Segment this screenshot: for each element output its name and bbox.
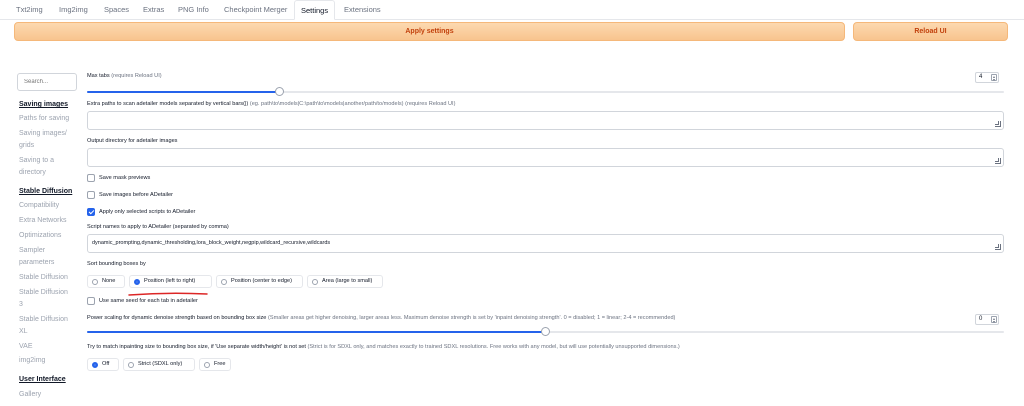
resize-handle-icon[interactable] <box>995 158 1001 164</box>
tab-png-info[interactable]: PNG Info <box>172 0 215 20</box>
red-underline-annotation <box>128 292 208 296</box>
sidebar-item-vae[interactable]: VAE <box>19 340 81 353</box>
max-tabs-slider-thumb[interactable] <box>275 87 285 96</box>
script-names-value: dynamic_prompting,dynamic_thresholding,l… <box>92 240 331 246</box>
sidebar-item-stable-diffusion[interactable]: Stable Diffusion <box>19 271 81 284</box>
tab-extras[interactable]: Extras <box>137 0 170 20</box>
sort-bbox-option-none[interactable]: None <box>87 275 125 288</box>
spinner-icon[interactable]: ▴ ▾ <box>991 74 997 82</box>
extra-paths-hint: (eg. path\to\models|C:\path\to\models|an… <box>249 101 456 107</box>
tab-bar: Txt2img Img2img Spaces Extras PNG Info C… <box>0 0 1024 20</box>
output-dir-label: Output directory for adetailer images <box>87 138 178 144</box>
radio-icon <box>204 362 210 368</box>
power-scaling-hint: (Smaller areas get higher denoising, lar… <box>267 315 676 321</box>
power-scaling-slider-fill <box>87 331 546 333</box>
power-scaling-label-text: Power scaling for dynamic denoise streng… <box>87 315 267 321</box>
sidebar-item-optimizations[interactable]: Optimizations <box>19 229 81 242</box>
sort-bbox-option-center-to-edge-label: Position (center to edge) <box>231 278 292 284</box>
output-dir-textarea[interactable] <box>87 148 1004 167</box>
sidebar-heading-stable-diffusion[interactable]: Stable Diffusion <box>19 185 81 198</box>
spinner-icon[interactable]: ▴ ▾ <box>991 316 997 324</box>
sidebar-item-extra-networks[interactable]: Extra Networks <box>19 214 81 227</box>
apply-settings-button[interactable]: Apply settings <box>14 22 845 41</box>
power-scaling-slider-thumb[interactable] <box>541 327 550 336</box>
sort-bbox-label: Sort bounding boxes by <box>87 261 146 267</box>
tab-txt2img[interactable]: Txt2img <box>10 0 49 20</box>
apply-selected-scripts-checkbox[interactable] <box>87 208 95 216</box>
match-size-option-off-label: Off <box>102 361 110 367</box>
sidebar-item-compatibility[interactable]: Compatibility <box>19 199 81 212</box>
sort-bbox-option-left-to-right[interactable]: Position (left to right) <box>129 275 212 288</box>
same-seed-label: Use same seed for each tab in adetailer <box>99 298 198 304</box>
sort-bbox-option-area[interactable]: Area (large to small) <box>307 275 383 288</box>
sidebar-heading-user-interface[interactable]: User Interface <box>19 373 81 386</box>
power-scaling-label: Power scaling for dynamic denoise streng… <box>87 315 675 321</box>
max-tabs-number-input[interactable]: 4 ▴ ▾ <box>975 72 999 83</box>
max-tabs-slider[interactable] <box>87 87 1004 96</box>
match-size-option-off[interactable]: Off <box>87 358 119 371</box>
max-tabs-value: 4 <box>979 74 983 80</box>
match-size-option-free[interactable]: Free <box>199 358 231 371</box>
match-size-hint: (Strict is for SDXL only, and matches ex… <box>307 344 680 350</box>
sort-bbox-option-none-label: None <box>102 278 116 284</box>
radio-selected-icon <box>92 362 98 368</box>
same-seed-checkbox[interactable] <box>87 297 95 305</box>
sidebar-item-saving-to-directory-2[interactable]: directory <box>19 166 81 179</box>
save-mask-previews-label: Save mask previews <box>99 175 151 181</box>
power-scaling-slider[interactable] <box>87 327 1004 336</box>
max-tabs-label-text: Max tabs <box>87 73 110 79</box>
sort-bbox-radio-group: None Position (left to right) Position (… <box>87 275 387 288</box>
power-scaling-number-input[interactable]: 0 ▴ ▾ <box>975 314 999 325</box>
match-size-label-text: Try to match inpainting size to bounding… <box>87 344 306 350</box>
radio-icon <box>312 279 318 285</box>
resize-handle-icon[interactable] <box>995 244 1001 250</box>
reload-ui-button[interactable]: Reload UI <box>853 22 1008 41</box>
tab-extensions[interactable]: Extensions <box>338 0 387 20</box>
match-size-option-free-label: Free <box>214 361 226 367</box>
tab-img2img[interactable]: Img2img <box>53 0 94 20</box>
radio-icon <box>221 279 227 285</box>
settings-search-input[interactable] <box>17 73 77 91</box>
save-before-adetailer-label: Save images before ADetailer <box>99 192 174 198</box>
sort-bbox-option-left-to-right-label: Position (left to right) <box>144 278 196 284</box>
radio-icon <box>92 279 98 285</box>
radio-icon <box>128 362 134 368</box>
resize-handle-icon[interactable] <box>995 121 1001 127</box>
tab-checkpoint-merger[interactable]: Checkpoint Merger <box>218 0 293 20</box>
match-size-radio-group: Off Strict (SDXL only) Free <box>87 358 237 371</box>
extra-paths-textarea[interactable] <box>87 111 1004 130</box>
match-size-label: Try to match inpainting size to bounding… <box>87 344 680 350</box>
sort-bbox-option-center-to-edge[interactable]: Position (center to edge) <box>216 275 303 288</box>
tab-settings[interactable]: Settings <box>294 0 336 20</box>
sidebar-heading-saving-images[interactable]: Saving images <box>19 98 81 111</box>
extra-paths-label-text: Extra paths to scan adetailer models sep… <box>87 101 249 107</box>
script-names-textarea[interactable]: dynamic_prompting,dynamic_thresholding,l… <box>87 234 1004 253</box>
radio-selected-icon <box>134 279 140 285</box>
max-tabs-slider-fill <box>87 91 280 93</box>
power-scaling-value: 0 <box>979 316 983 322</box>
sidebar-item-stable-diffusion-xl-suffix[interactable]: XL <box>19 325 81 338</box>
sidebar-item-img2img[interactable]: img2img <box>19 354 81 367</box>
sidebar-item-sampler-parameters-2[interactable]: parameters <box>19 256 81 269</box>
max-tabs-label: Max tabs (requires Reload UI) <box>87 73 162 79</box>
script-names-label: Script names to apply to ADetailer (sepa… <box>87 224 229 230</box>
sort-bbox-option-area-label: Area (large to small) <box>322 278 373 284</box>
save-mask-previews-checkbox[interactable] <box>87 174 95 182</box>
match-size-option-strict-label: Strict (SDXL only) <box>138 361 183 367</box>
sidebar-item-paths-for-saving[interactable]: Paths for saving <box>19 112 81 125</box>
save-before-adetailer-checkbox[interactable] <box>87 191 95 199</box>
extra-paths-label: Extra paths to scan adetailer models sep… <box>87 101 455 107</box>
tab-spaces[interactable]: Spaces <box>98 0 135 20</box>
apply-selected-scripts-label: Apply only selected scripts to ADetailer <box>99 209 196 215</box>
sidebar-item-stable-diffusion-3-suffix[interactable]: 3 <box>19 298 81 311</box>
max-tabs-hint: (requires Reload UI) <box>111 73 162 79</box>
match-size-option-strict[interactable]: Strict (SDXL only) <box>123 358 195 371</box>
sidebar-item-saving-images-grids-2[interactable]: grids <box>19 139 81 152</box>
sidebar-item-gallery[interactable]: Gallery <box>19 388 81 401</box>
